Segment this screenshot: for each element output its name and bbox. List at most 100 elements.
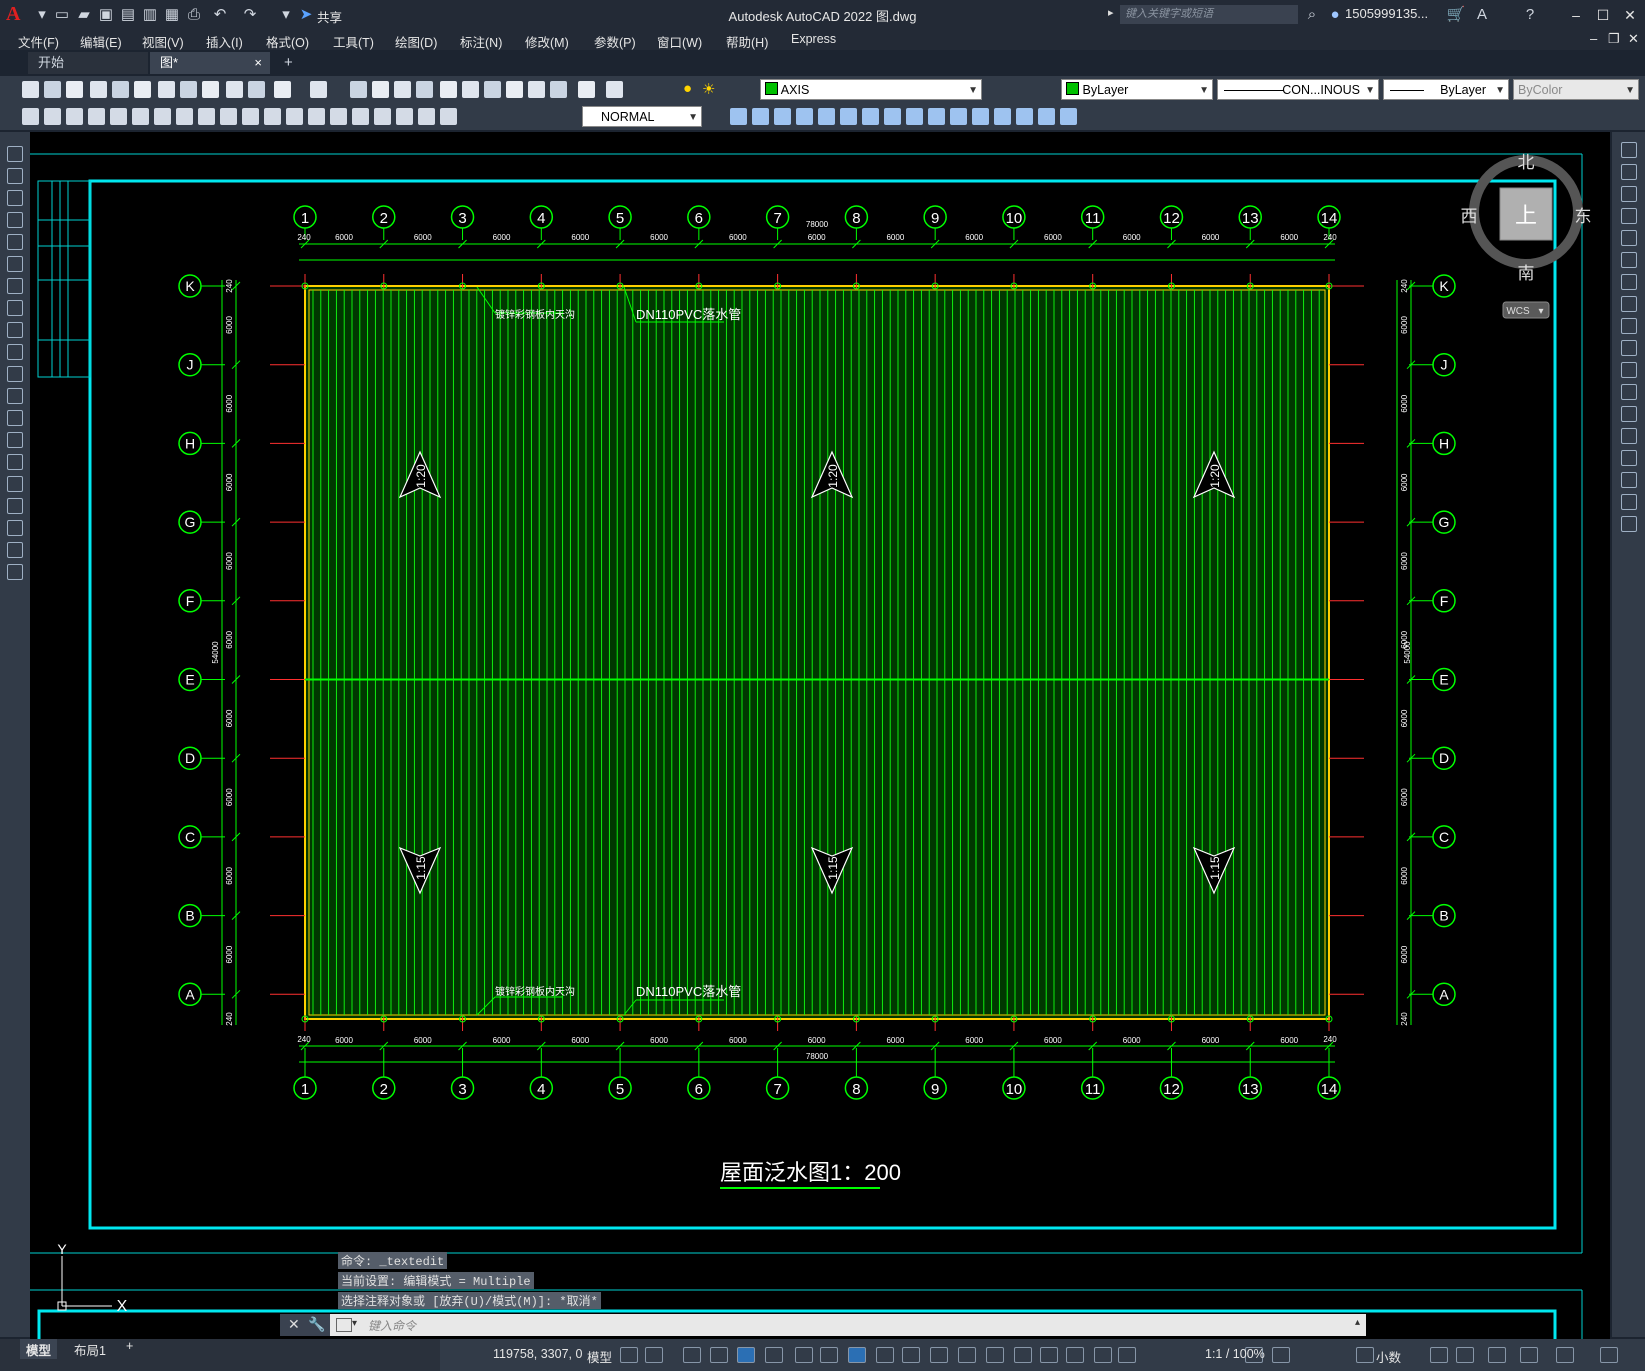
join-tool-icon[interactable] — [1621, 428, 1637, 444]
menu-modify[interactable]: 修改(M) — [525, 32, 569, 51]
aligned-dim-icon[interactable] — [44, 108, 61, 125]
grid-toggle-icon[interactable] — [620, 1347, 638, 1363]
array-tool-icon[interactable] — [1621, 230, 1637, 246]
mirror-tool-icon[interactable] — [1621, 186, 1637, 202]
print-preview-icon[interactable] — [112, 81, 129, 98]
command-expand-icon[interactable]: ▴ — [1355, 1317, 1360, 1328]
multiline-text-tool-icon[interactable] — [7, 542, 23, 558]
line-tool-icon[interactable] — [7, 146, 23, 162]
share-icon[interactable]: ➤ — [296, 5, 316, 25]
mirror-icon[interactable] — [774, 108, 791, 125]
auto-scale-icon[interactable] — [1094, 1347, 1112, 1363]
diameter-dim-icon[interactable] — [154, 108, 171, 125]
fillet-icon[interactable] — [1038, 108, 1055, 125]
publish-icon[interactable] — [134, 81, 151, 98]
add-layout-icon[interactable]: + — [126, 1339, 133, 1353]
tab-drawing[interactable]: 图* × — [150, 52, 270, 74]
radius-dim-icon[interactable] — [110, 108, 127, 125]
ellipse-tool-icon[interactable] — [7, 344, 23, 360]
pan-icon[interactable] — [350, 81, 367, 98]
autocad-logo-icon[interactable]: A — [6, 3, 28, 27]
menu-format[interactable]: 格式(O) — [266, 32, 309, 51]
undo-icon[interactable]: ↶ — [210, 5, 230, 25]
menu-tools[interactable]: 工具(T) — [333, 32, 374, 51]
array-icon[interactable] — [818, 108, 835, 125]
close-window-button[interactable]: ✕ — [1617, 4, 1643, 26]
viewcube-north[interactable]: 北 — [1518, 153, 1535, 172]
layer-properties-icon[interactable] — [606, 81, 623, 98]
dim-break-icon[interactable] — [286, 108, 303, 125]
share-button[interactable]: 共享 — [317, 7, 342, 26]
gizmo-icon[interactable] — [1040, 1347, 1058, 1363]
linetype-dropdown[interactable]: CON...INOUS ▼ — [1217, 79, 1379, 100]
dim-edit-icon[interactable] — [396, 108, 413, 125]
paste-icon[interactable] — [202, 81, 219, 98]
inspect-icon[interactable] — [352, 108, 369, 125]
baseline-dim-icon[interactable] — [220, 108, 237, 125]
menu-edit[interactable]: 编辑(E) — [80, 32, 122, 51]
app-menu-arrow-icon[interactable]: ▾ — [32, 5, 52, 25]
viewcube[interactable]: 上 北 南 东 西 WCS ▾ — [1461, 153, 1592, 319]
tool-palettes-icon[interactable] — [484, 81, 501, 98]
lineweight-toggle-icon[interactable] — [876, 1347, 894, 1363]
new-icon[interactable] — [22, 81, 39, 98]
tab-layout1[interactable]: 布局1 — [74, 1340, 106, 1359]
maximize-button[interactable]: ☐ — [1590, 4, 1616, 26]
linear-dim-icon[interactable] — [22, 108, 39, 125]
rectangle-tool-icon[interactable] — [7, 234, 23, 250]
explode-icon[interactable] — [1060, 108, 1077, 125]
open-file-icon[interactable]: ▰ — [74, 5, 94, 25]
save-as-icon[interactable]: ▤ — [118, 5, 138, 25]
print-icon[interactable] — [90, 81, 107, 98]
move-icon[interactable] — [840, 108, 857, 125]
ortho-toggle-icon[interactable] — [737, 1347, 755, 1363]
viewcube-east[interactable]: 东 — [1575, 207, 1592, 226]
drawing-canvas[interactable]: 1 1 2 2 3 3 4 4 5 5 6 6 7 7 8 8 9 9 10 10 11 11 12 12 13 13 14 14 K K… — [30, 132, 1610, 1339]
annotation-scale[interactable]: 1:1 / 100% — [1205, 1347, 1265, 1361]
match-properties-icon[interactable] — [226, 81, 243, 98]
menu-file[interactable]: 文件(F) — [18, 32, 59, 51]
erase-icon[interactable] — [730, 108, 747, 125]
add-selected-tool-icon[interactable] — [7, 564, 23, 580]
units-icon-icon[interactable] — [1356, 1347, 1374, 1363]
add-tab-icon[interactable]: + — [284, 54, 293, 71]
3d-osnap-icon[interactable] — [958, 1347, 976, 1363]
polar-tracking-icon[interactable] — [765, 1347, 783, 1363]
menu-view[interactable]: 视图(V) — [142, 32, 184, 51]
save-icon[interactable]: ▣ — [96, 5, 116, 25]
tab-model[interactable]: 模型 — [20, 1339, 58, 1359]
block-editor-icon[interactable] — [248, 81, 265, 98]
hatch-tool-icon[interactable] — [7, 454, 23, 470]
open-icon[interactable] — [44, 81, 61, 98]
customize-command-icon[interactable]: 🔧 — [308, 1316, 325, 1333]
center-mark-icon[interactable] — [330, 108, 347, 125]
dimstyle-dropdown[interactable]: NORMAL ▼ — [582, 106, 702, 127]
cart-icon[interactable]: 🛒 — [1446, 5, 1466, 25]
quick-dim-icon[interactable] — [198, 108, 215, 125]
markup-icon[interactable] — [528, 81, 545, 98]
stretch-icon[interactable] — [906, 108, 923, 125]
properties-icon[interactable] — [440, 81, 457, 98]
viewcube-west[interactable]: 西 — [1461, 207, 1478, 226]
print-icon[interactable]: ⎙ — [184, 5, 204, 25]
break-at-point-tool-icon[interactable] — [1621, 384, 1637, 400]
customize-quick-access-icon[interactable]: ▾ — [276, 5, 296, 25]
clean-screen-icon[interactable] — [1556, 1347, 1574, 1363]
customization-menu-icon[interactable] — [1600, 1347, 1618, 1363]
extend-icon[interactable] — [950, 108, 967, 125]
explode-tool-icon[interactable] — [1621, 516, 1637, 532]
blend-curves-tool-icon[interactable] — [1621, 494, 1637, 510]
rotate-tool-icon[interactable] — [1621, 274, 1637, 290]
polygon-tool-icon[interactable] — [7, 212, 23, 228]
user-name[interactable]: 1505999135... — [1345, 6, 1428, 21]
doc-minimize-button[interactable]: – — [1590, 31, 1597, 46]
help-icon[interactable]: ? — [1520, 5, 1540, 25]
layer-dropdown[interactable]: AXIS ▼ — [760, 79, 982, 100]
trim-tool-icon[interactable] — [1621, 340, 1637, 356]
tab-close-icon[interactable]: × — [254, 52, 262, 74]
arc-tool-icon[interactable] — [7, 256, 23, 272]
sheet-set-icon[interactable] — [506, 81, 523, 98]
table-tool-icon[interactable] — [7, 520, 23, 536]
offset-icon[interactable] — [796, 108, 813, 125]
scale-tool-icon[interactable] — [1621, 296, 1637, 312]
